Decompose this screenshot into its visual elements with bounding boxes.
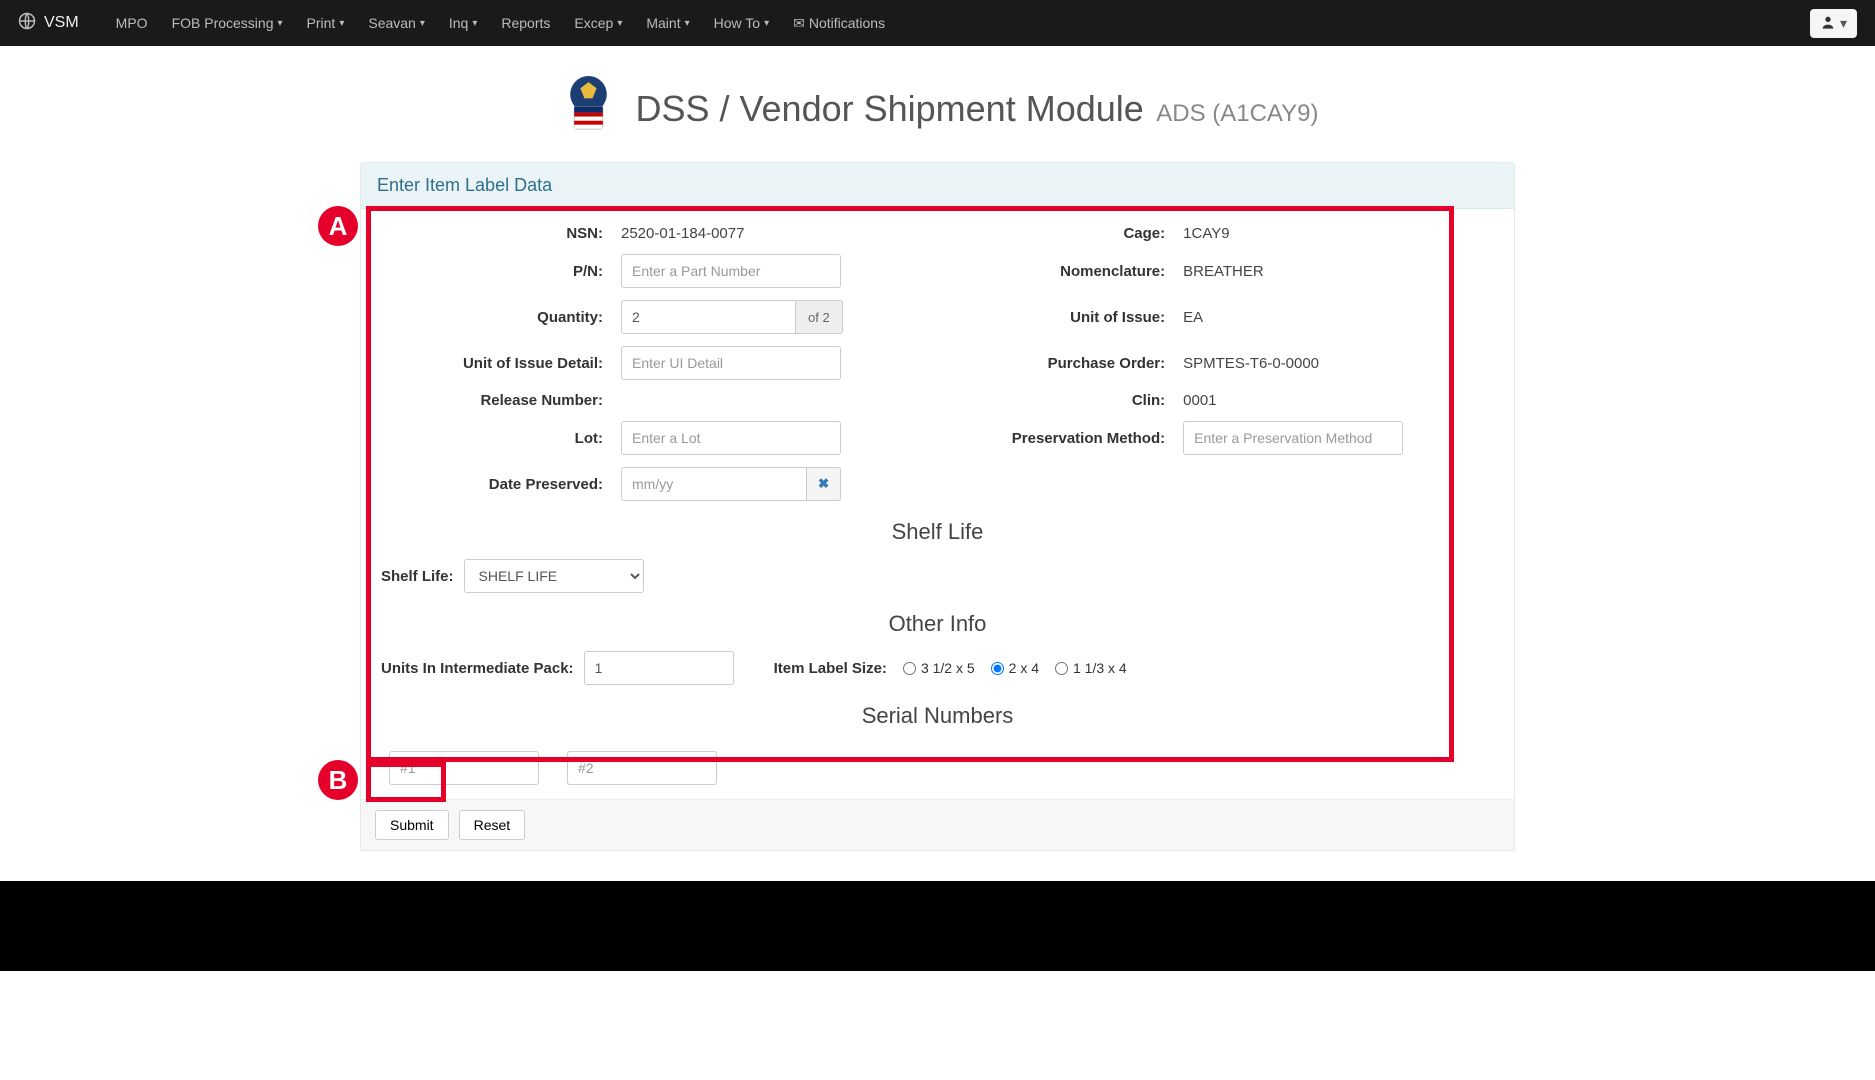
- top-nav: VSM MPO FOB Processing▾ Print▾ Seavan▾ I…: [0, 0, 1875, 46]
- chevron-down-icon: ▾: [420, 18, 425, 29]
- uid-label: Unit of Issue Detail:: [381, 355, 621, 372]
- qty-addon: of 2: [796, 300, 843, 334]
- clin-value: 0001: [1183, 392, 1216, 409]
- badge-b: B: [318, 760, 358, 800]
- cage-label: Cage:: [993, 225, 1183, 242]
- close-icon: ✖: [818, 476, 829, 492]
- chevron-down-icon: ▾: [685, 18, 690, 29]
- nav-mpo[interactable]: MPO: [116, 15, 148, 31]
- reset-button[interactable]: Reset: [459, 810, 526, 840]
- rel-label: Release Number:: [381, 392, 621, 409]
- nav-excep[interactable]: Excep▾: [574, 15, 622, 31]
- button-row: Submit Reset: [361, 799, 1514, 850]
- nsn-value: 2520-01-184-0077: [621, 225, 744, 242]
- other-heading: Other Info: [381, 611, 1494, 637]
- nav-fob-processing[interactable]: FOB Processing▾: [172, 15, 283, 31]
- chevron-down-icon: ▾: [339, 18, 344, 29]
- shelf-label: Shelf Life:: [381, 568, 454, 585]
- pres-label: Preservation Method:: [993, 430, 1183, 447]
- ui-label: Unit of Issue:: [993, 309, 1183, 326]
- nav-howto[interactable]: How To▾: [714, 15, 769, 31]
- units-label: Units In Intermediate Pack:: [381, 660, 574, 677]
- nomen-value: BREATHER: [1183, 263, 1264, 280]
- size-opt-2[interactable]: 2 x 4: [991, 660, 1039, 676]
- nav-inq[interactable]: Inq▾: [449, 15, 478, 31]
- date-clear-button[interactable]: ✖: [807, 467, 841, 501]
- badge-a: A: [318, 206, 358, 246]
- nav-reports[interactable]: Reports: [501, 15, 550, 31]
- shelf-select[interactable]: SHELF LIFE: [464, 559, 644, 593]
- page-header: DSS / Vendor Shipment Module ADS (A1CAY9…: [0, 46, 1875, 162]
- chevron-down-icon: ▾: [278, 18, 283, 29]
- chevron-down-icon: ▾: [617, 18, 622, 29]
- user-menu[interactable]: ▾: [1810, 9, 1857, 38]
- clin-label: Clin:: [993, 392, 1183, 409]
- nav-maint[interactable]: Maint▾: [646, 15, 689, 31]
- date-label: Date Preserved:: [381, 476, 621, 493]
- globe-icon: [18, 12, 36, 35]
- qty-input[interactable]: [621, 300, 796, 334]
- brand-text: VSM: [44, 14, 79, 32]
- lot-input[interactable]: [621, 421, 841, 455]
- qty-label: Quantity:: [381, 309, 621, 326]
- nav-seavan[interactable]: Seavan▾: [368, 15, 425, 31]
- chevron-down-icon: ▾: [764, 18, 769, 29]
- po-label: Purchase Order:: [993, 355, 1183, 372]
- chevron-down-icon: ▾: [1840, 15, 1847, 32]
- date-input[interactable]: [621, 467, 807, 501]
- lot-label: Lot:: [381, 430, 621, 447]
- footer-bar: [0, 881, 1875, 971]
- uid-input[interactable]: [621, 346, 841, 380]
- submit-button[interactable]: Submit: [375, 810, 449, 840]
- panel-heading: Enter Item Label Data: [361, 163, 1514, 209]
- po-value: SPMTES-T6-0-0000: [1183, 355, 1319, 372]
- chevron-down-icon: ▾: [472, 18, 477, 29]
- panel-body: NSN: 2520-01-184-0077 Cage: 1CAY9 P/N: N…: [361, 209, 1514, 799]
- size-opt-1[interactable]: 3 1/2 x 5: [903, 660, 975, 676]
- serial-1-input[interactable]: [389, 751, 539, 785]
- serial-2-input[interactable]: [567, 751, 717, 785]
- size-opt-3[interactable]: 1 1/3 x 4: [1055, 660, 1127, 676]
- brand[interactable]: VSM: [18, 12, 79, 35]
- pn-label: P/N:: [381, 263, 621, 280]
- pres-input[interactable]: [1183, 421, 1403, 455]
- shelf-heading: Shelf Life: [381, 519, 1494, 545]
- bell-icon: ✉: [793, 15, 805, 32]
- cage-value: 1CAY9: [1183, 225, 1229, 242]
- page-title: DSS / Vendor Shipment Module ADS (A1CAY9…: [635, 88, 1318, 130]
- nsn-label: NSN:: [381, 225, 621, 242]
- form-panel: Enter Item Label Data NSN: 2520-01-184-0…: [360, 162, 1515, 851]
- nav-print[interactable]: Print▾: [307, 15, 345, 31]
- nav-notifications[interactable]: ✉ Notifications: [793, 15, 885, 32]
- seal-icon: [556, 74, 621, 144]
- serial-heading: Serial Numbers: [381, 703, 1494, 729]
- user-icon: [1820, 14, 1836, 33]
- size-label: Item Label Size:: [774, 660, 887, 677]
- units-input[interactable]: [584, 651, 734, 685]
- pn-input[interactable]: [621, 254, 841, 288]
- nomen-label: Nomenclature:: [993, 263, 1183, 280]
- ui-value: EA: [1183, 309, 1203, 326]
